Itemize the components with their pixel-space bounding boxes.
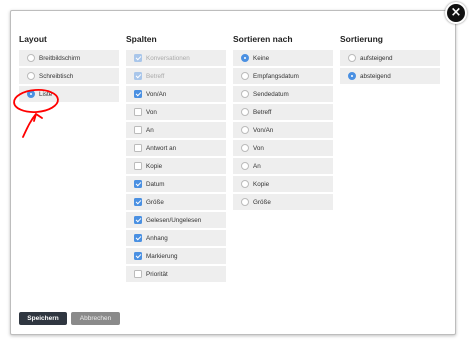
checkbox <box>134 72 142 80</box>
sortieren-option[interactable]: Betreff <box>233 104 333 120</box>
checkbox[interactable] <box>134 198 142 206</box>
option-label: An <box>146 126 154 134</box>
option-label: Größe <box>253 198 271 206</box>
checkbox[interactable] <box>134 270 142 278</box>
option-label: Antwort an <box>146 144 177 152</box>
layout-column: Layout Breitbildschirm Schreibtisch Liste <box>19 33 119 104</box>
sortierung-option[interactable]: absteigend <box>340 68 440 84</box>
spalten-title: Spalten <box>126 34 157 44</box>
layout-option[interactable]: Schreibtisch <box>19 68 119 84</box>
sortierung-title: Sortierung <box>340 34 383 44</box>
option-label: Von <box>253 144 264 152</box>
sortierung-column: Sortierung aufsteigend absteigend <box>340 33 440 86</box>
spalten-option[interactable]: Von <box>126 104 226 120</box>
checkbox[interactable] <box>134 216 142 224</box>
option-label: Gelesen/Ungelesen <box>146 216 202 224</box>
checkbox[interactable] <box>134 252 142 260</box>
radio-button[interactable] <box>241 126 249 134</box>
radio-button[interactable] <box>241 90 249 98</box>
spalten-option: Betreff <box>126 68 226 84</box>
spalten-option[interactable]: Anhang <box>126 230 226 246</box>
checkbox[interactable] <box>134 144 142 152</box>
radio-button[interactable] <box>241 72 249 80</box>
sortieren-options: Keine Empfangsdatum Sendedatum Betreff Von/A… <box>233 50 333 210</box>
sortieren-option[interactable]: Empfangsdatum <box>233 68 333 84</box>
spalten-option[interactable]: Antwort an <box>126 140 226 156</box>
option-label: Von <box>146 108 157 116</box>
layout-option[interactable]: Liste <box>19 86 119 102</box>
sortieren-title: Sortieren nach <box>233 34 293 44</box>
close-icon: × <box>450 5 462 20</box>
spalten-options: Konversationen Betreff Von/An Von An Antwort … <box>126 50 226 282</box>
spalten-option: Konversationen <box>126 50 226 66</box>
sortieren-option[interactable]: Größe <box>233 194 333 210</box>
radio-button[interactable] <box>348 54 356 62</box>
sortieren-option[interactable]: Kopie <box>233 176 333 192</box>
checkbox[interactable] <box>134 90 142 98</box>
option-label: Kopie <box>146 162 163 170</box>
sortieren-column: Sortieren nach Keine Empfangsdatum Sendeda… <box>233 33 333 212</box>
option-label: Betreff <box>253 108 272 116</box>
checkbox[interactable] <box>134 162 142 170</box>
sortieren-option[interactable]: An <box>233 158 333 174</box>
sortieren-option[interactable]: Sendedatum <box>233 86 333 102</box>
spalten-option[interactable]: Größe <box>126 194 226 210</box>
layout-option[interactable]: Breitbildschirm <box>19 50 119 66</box>
sortierung-option[interactable]: aufsteigend <box>340 50 440 66</box>
option-label: Anhang <box>146 234 168 242</box>
option-label: Priorität <box>146 270 168 278</box>
option-label: Empfangsdatum <box>253 72 299 80</box>
radio-button[interactable] <box>241 198 249 206</box>
option-label: aufsteigend <box>360 54 393 62</box>
checkbox <box>134 54 142 62</box>
sortieren-option[interactable]: Keine <box>233 50 333 66</box>
radio-button[interactable] <box>27 72 35 80</box>
option-label: Von/An <box>253 126 274 134</box>
checkbox[interactable] <box>134 108 142 116</box>
radio-button[interactable] <box>241 180 249 188</box>
radio-button[interactable] <box>27 90 35 98</box>
option-label: Kopie <box>253 180 270 188</box>
option-label: An <box>253 162 261 170</box>
layout-options: Breitbildschirm Schreibtisch Liste <box>19 50 119 102</box>
option-label: Sendedatum <box>253 90 289 98</box>
radio-button[interactable] <box>241 54 249 62</box>
option-label: Keine <box>253 54 270 62</box>
option-label: Breitbildschirm <box>39 54 81 62</box>
spalten-option[interactable]: Kopie <box>126 158 226 174</box>
option-label: Von/An <box>146 90 167 98</box>
sortieren-option[interactable]: Von/An <box>233 122 333 138</box>
spalten-option[interactable]: Gelesen/Ungelesen <box>126 212 226 228</box>
option-label: Markierung <box>146 252 178 260</box>
checkbox[interactable] <box>134 180 142 188</box>
spalten-option[interactable]: Markierung <box>126 248 226 264</box>
sortierung-options: aufsteigend absteigend <box>340 50 440 84</box>
spalten-column: Spalten Konversationen Betreff Von/An Von An… <box>126 33 226 284</box>
save-button[interactable]: Speichern <box>19 312 67 325</box>
spalten-option[interactable]: Datum <box>126 176 226 192</box>
checkbox[interactable] <box>134 234 142 242</box>
option-label: Größe <box>146 198 164 206</box>
radio-button[interactable] <box>348 72 356 80</box>
radio-button[interactable] <box>27 54 35 62</box>
option-label: Datum <box>146 180 165 188</box>
cancel-button[interactable]: Abbrechen <box>71 312 120 325</box>
spalten-option[interactable]: An <box>126 122 226 138</box>
layout-title: Layout <box>19 34 47 44</box>
option-label: absteigend <box>360 72 391 80</box>
spalten-option[interactable]: Priorität <box>126 266 226 282</box>
option-label: Liste <box>39 90 53 98</box>
checkbox[interactable] <box>134 126 142 134</box>
radio-button[interactable] <box>241 108 249 116</box>
close-button[interactable]: × <box>445 2 467 24</box>
spalten-option[interactable]: Von/An <box>126 86 226 102</box>
option-label: Betreff <box>146 72 165 80</box>
sortieren-option[interactable]: Von <box>233 140 333 156</box>
radio-button[interactable] <box>241 162 249 170</box>
radio-button[interactable] <box>241 144 249 152</box>
option-label: Schreibtisch <box>39 72 74 80</box>
option-label: Konversationen <box>146 54 190 62</box>
